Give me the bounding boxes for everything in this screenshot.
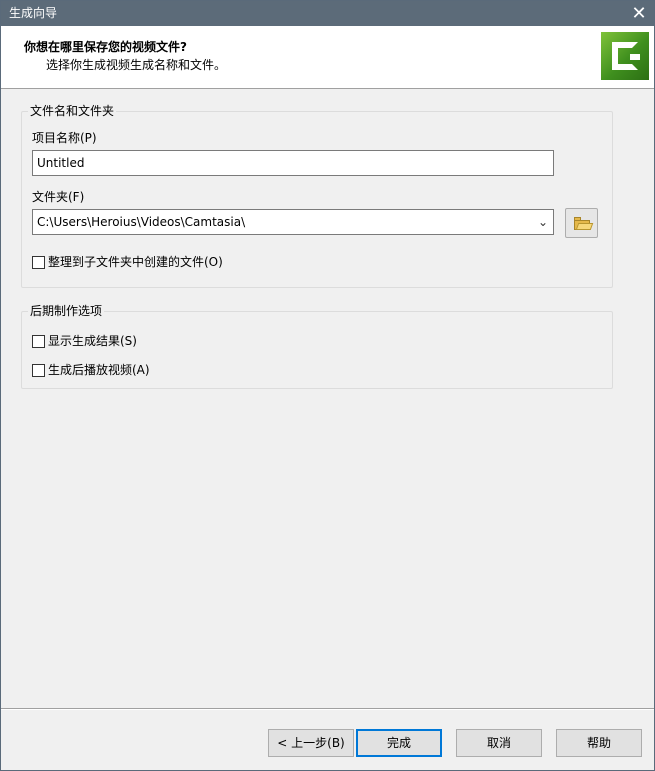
folder-label: 文件夹(F) <box>32 190 85 204</box>
close-icon[interactable]: ✕ <box>624 1 654 26</box>
file-group-legend: 文件名和文件夹 <box>28 104 117 118</box>
show-results-label: 显示生成结果(S) <box>48 334 137 348</box>
project-name-label: 项目名称(P) <box>32 131 97 145</box>
project-name-input[interactable]: Untitled <box>32 150 554 176</box>
post-group-legend: 后期制作选项 <box>28 304 105 318</box>
play-video-checkbox[interactable]: 生成后播放视频(A) <box>32 363 172 379</box>
title-bar: 生成向导 ✕ <box>1 1 654 26</box>
cancel-button[interactable]: 取消 <box>456 729 542 757</box>
chevron-down-icon[interactable]: ⌄ <box>536 210 550 234</box>
wizard-header: 你想在哪里保存您的视频文件? 选择你生成视频生成名称和文件。 <box>1 26 654 89</box>
logo-c-notch <box>630 54 640 60</box>
browse-folder-button[interactable] <box>565 208 598 238</box>
header-subtitle: 选择你生成视频生成名称和文件。 <box>46 58 227 72</box>
header-title: 你想在哪里保存您的视频文件? <box>24 40 187 54</box>
back-button[interactable]: < 上一步(B) <box>268 729 354 757</box>
folder-front-shape <box>575 223 594 230</box>
window-title: 生成向导 <box>9 6 58 20</box>
camtasia-logo-icon <box>601 32 649 80</box>
checkbox-box[interactable] <box>32 335 45 348</box>
checkbox-box[interactable] <box>32 364 45 377</box>
finish-button[interactable]: 完成 <box>356 729 442 757</box>
organize-subfolders-label: 整理到子文件夹中创建的文件(O) <box>48 255 223 269</box>
help-button[interactable]: 帮助 <box>556 729 642 757</box>
organize-subfolders-checkbox[interactable]: 整理到子文件夹中创建的文件(O) <box>32 255 252 271</box>
show-results-checkbox[interactable]: 显示生成结果(S) <box>32 334 172 350</box>
production-wizard-window: 生成向导 ✕ 你想在哪里保存您的视频文件? 选择你生成视频生成名称和文件。 文件… <box>0 0 655 771</box>
folder-combobox[interactable]: C:\Users\Heroius\Videos\Camtasia\ ⌄ <box>32 209 554 235</box>
footer-separator <box>1 708 654 710</box>
checkbox-box[interactable] <box>32 256 45 269</box>
play-video-label: 生成后播放视频(A) <box>48 363 150 377</box>
folder-path-text: C:\Users\Heroius\Videos\Camtasia\ <box>37 215 246 229</box>
